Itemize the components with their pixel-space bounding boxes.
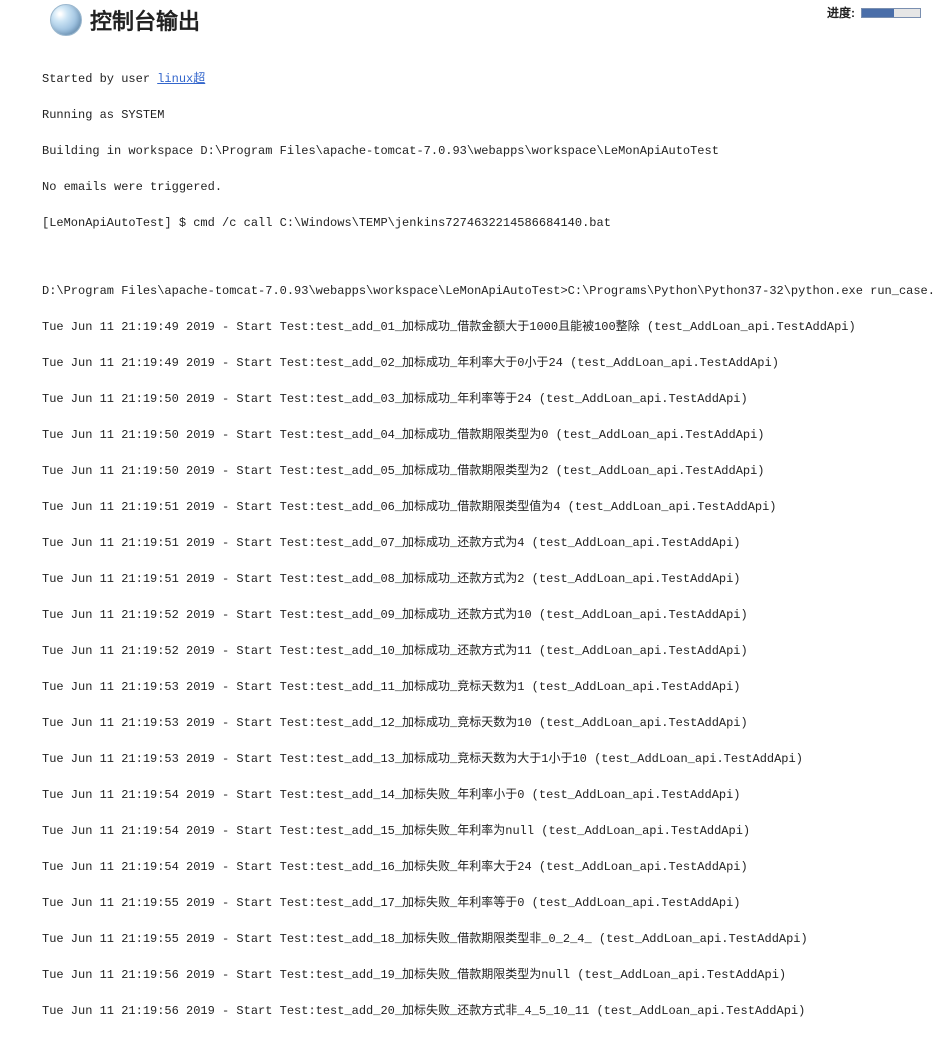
console-output: Started by user linux超 Running as SYSTEM…: [0, 36, 933, 1038]
console-line: Tue Jun 11 21:19:53 2019 - Start Test:te…: [42, 750, 921, 768]
page-title: 控制台输出: [90, 4, 200, 36]
progress-bar-fill: [862, 9, 894, 17]
user-link[interactable]: linux超: [157, 72, 205, 86]
console-line: No emails were triggered.: [42, 178, 921, 196]
console-line: Tue Jun 11 21:19:51 2019 - Start Test:te…: [42, 534, 921, 552]
console-line: Tue Jun 11 21:19:54 2019 - Start Test:te…: [42, 822, 921, 840]
console-line: Tue Jun 11 21:19:51 2019 - Start Test:te…: [42, 570, 921, 588]
console-line: [LeMonApiAutoTest] $ cmd /c call C:\Wind…: [42, 214, 921, 232]
started-by-text: Started by user: [42, 72, 157, 86]
page-header: 控制台输出 进度:: [0, 0, 933, 36]
console-line: Tue Jun 11 21:19:49 2019 - Start Test:te…: [42, 354, 921, 372]
console-line: Tue Jun 11 21:19:56 2019 - Start Test:te…: [42, 1002, 921, 1020]
console-line: Tue Jun 11 21:19:55 2019 - Start Test:te…: [42, 930, 921, 948]
console-line: Tue Jun 11 21:19:52 2019 - Start Test:te…: [42, 642, 921, 660]
console-line: Tue Jun 11 21:19:50 2019 - Start Test:te…: [42, 426, 921, 444]
console-line: Tue Jun 11 21:19:53 2019 - Start Test:te…: [42, 678, 921, 696]
console-line: Tue Jun 11 21:19:53 2019 - Start Test:te…: [42, 714, 921, 732]
console-line: Running as SYSTEM: [42, 106, 921, 124]
console-line: Tue Jun 11 21:19:54 2019 - Start Test:te…: [42, 858, 921, 876]
console-line: Tue Jun 11 21:19:49 2019 - Start Test:te…: [42, 318, 921, 336]
console-line: Tue Jun 11 21:19:50 2019 - Start Test:te…: [42, 390, 921, 408]
build-status-icon: [50, 4, 82, 36]
console-line: Tue Jun 11 21:19:51 2019 - Start Test:te…: [42, 498, 921, 516]
console-line: Tue Jun 11 21:19:52 2019 - Start Test:te…: [42, 606, 921, 624]
console-line: Tue Jun 11 21:19:54 2019 - Start Test:te…: [42, 786, 921, 804]
console-line: Tue Jun 11 21:19:56 2019 - Start Test:te…: [42, 966, 921, 984]
progress-bar[interactable]: [861, 8, 921, 18]
progress-label: 进度:: [827, 4, 855, 21]
console-line: Building in workspace D:\Program Files\a…: [42, 142, 921, 160]
console-line: Tue Jun 11 21:19:50 2019 - Start Test:te…: [42, 462, 921, 480]
console-line: D:\Program Files\apache-tomcat-7.0.93\we…: [42, 282, 921, 300]
console-line: Started by user linux超: [42, 70, 921, 88]
console-line: Tue Jun 11 21:19:55 2019 - Start Test:te…: [42, 894, 921, 912]
blank-line: [42, 250, 921, 264]
title-block: 控制台输出: [50, 4, 200, 36]
progress-block: 进度:: [827, 4, 921, 21]
